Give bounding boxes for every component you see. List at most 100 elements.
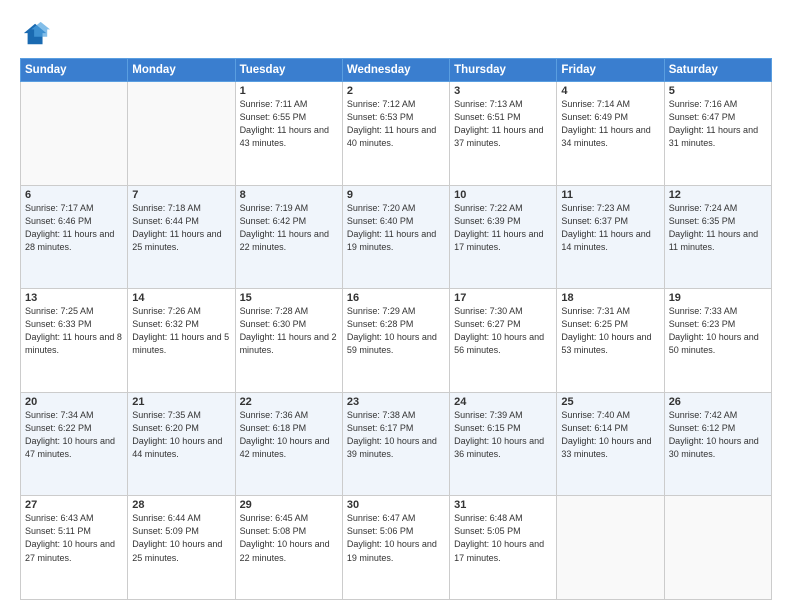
calendar-cell: 13Sunrise: 7:25 AMSunset: 6:33 PMDayligh… [21,289,128,393]
cell-info: Sunrise: 7:34 AMSunset: 6:22 PMDaylight:… [25,409,123,461]
calendar-cell [128,82,235,186]
calendar-cell: 5Sunrise: 7:16 AMSunset: 6:47 PMDaylight… [664,82,771,186]
day-number: 15 [240,292,338,304]
cell-info: Sunrise: 7:12 AMSunset: 6:53 PMDaylight:… [347,98,445,150]
day-number: 28 [132,499,230,511]
cell-info: Sunrise: 7:11 AMSunset: 6:55 PMDaylight:… [240,98,338,150]
day-number: 18 [561,292,659,304]
day-number: 19 [669,292,767,304]
day-header-sunday: Sunday [21,59,128,82]
cell-info: Sunrise: 7:13 AMSunset: 6:51 PMDaylight:… [454,98,552,150]
day-number: 1 [240,85,338,97]
cell-info: Sunrise: 7:33 AMSunset: 6:23 PMDaylight:… [669,305,767,357]
day-number: 21 [132,396,230,408]
cell-info: Sunrise: 6:44 AMSunset: 5:09 PMDaylight:… [132,512,230,564]
day-number: 30 [347,499,445,511]
day-number: 14 [132,292,230,304]
calendar-cell: 26Sunrise: 7:42 AMSunset: 6:12 PMDayligh… [664,392,771,496]
calendar-week-1: 1Sunrise: 7:11 AMSunset: 6:55 PMDaylight… [21,82,772,186]
calendar-week-3: 13Sunrise: 7:25 AMSunset: 6:33 PMDayligh… [21,289,772,393]
cell-info: Sunrise: 7:42 AMSunset: 6:12 PMDaylight:… [669,409,767,461]
cell-info: Sunrise: 7:16 AMSunset: 6:47 PMDaylight:… [669,98,767,150]
calendar-cell: 14Sunrise: 7:26 AMSunset: 6:32 PMDayligh… [128,289,235,393]
day-number: 5 [669,85,767,97]
calendar-week-2: 6Sunrise: 7:17 AMSunset: 6:46 PMDaylight… [21,185,772,289]
calendar-cell: 29Sunrise: 6:45 AMSunset: 5:08 PMDayligh… [235,496,342,600]
calendar-cell [557,496,664,600]
day-header-saturday: Saturday [664,59,771,82]
cell-info: Sunrise: 7:38 AMSunset: 6:17 PMDaylight:… [347,409,445,461]
cell-info: Sunrise: 7:22 AMSunset: 6:39 PMDaylight:… [454,202,552,254]
calendar-table: SundayMondayTuesdayWednesdayThursdayFrid… [20,58,772,600]
cell-info: Sunrise: 6:48 AMSunset: 5:05 PMDaylight:… [454,512,552,564]
cell-info: Sunrise: 7:28 AMSunset: 6:30 PMDaylight:… [240,305,338,357]
calendar-cell: 6Sunrise: 7:17 AMSunset: 6:46 PMDaylight… [21,185,128,289]
cell-info: Sunrise: 7:18 AMSunset: 6:44 PMDaylight:… [132,202,230,254]
calendar-cell: 19Sunrise: 7:33 AMSunset: 6:23 PMDayligh… [664,289,771,393]
day-number: 26 [669,396,767,408]
cell-info: Sunrise: 6:47 AMSunset: 5:06 PMDaylight:… [347,512,445,564]
calendar-cell: 30Sunrise: 6:47 AMSunset: 5:06 PMDayligh… [342,496,449,600]
day-number: 3 [454,85,552,97]
day-header-wednesday: Wednesday [342,59,449,82]
calendar-cell: 4Sunrise: 7:14 AMSunset: 6:49 PMDaylight… [557,82,664,186]
day-number: 6 [25,189,123,201]
day-number: 25 [561,396,659,408]
day-header-friday: Friday [557,59,664,82]
cell-info: Sunrise: 7:14 AMSunset: 6:49 PMDaylight:… [561,98,659,150]
calendar-cell: 16Sunrise: 7:29 AMSunset: 6:28 PMDayligh… [342,289,449,393]
calendar-cell: 31Sunrise: 6:48 AMSunset: 5:05 PMDayligh… [450,496,557,600]
calendar-cell: 25Sunrise: 7:40 AMSunset: 6:14 PMDayligh… [557,392,664,496]
calendar-cell: 12Sunrise: 7:24 AMSunset: 6:35 PMDayligh… [664,185,771,289]
day-number: 12 [669,189,767,201]
calendar-cell: 17Sunrise: 7:30 AMSunset: 6:27 PMDayligh… [450,289,557,393]
calendar-cell: 20Sunrise: 7:34 AMSunset: 6:22 PMDayligh… [21,392,128,496]
cell-info: Sunrise: 7:20 AMSunset: 6:40 PMDaylight:… [347,202,445,254]
cell-info: Sunrise: 6:43 AMSunset: 5:11 PMDaylight:… [25,512,123,564]
calendar-cell: 10Sunrise: 7:22 AMSunset: 6:39 PMDayligh… [450,185,557,289]
cell-info: Sunrise: 7:31 AMSunset: 6:25 PMDaylight:… [561,305,659,357]
calendar-cell: 24Sunrise: 7:39 AMSunset: 6:15 PMDayligh… [450,392,557,496]
calendar-cell [664,496,771,600]
day-number: 23 [347,396,445,408]
calendar-week-4: 20Sunrise: 7:34 AMSunset: 6:22 PMDayligh… [21,392,772,496]
day-number: 10 [454,189,552,201]
calendar-cell: 27Sunrise: 6:43 AMSunset: 5:11 PMDayligh… [21,496,128,600]
calendar-cell: 7Sunrise: 7:18 AMSunset: 6:44 PMDaylight… [128,185,235,289]
page: SundayMondayTuesdayWednesdayThursdayFrid… [0,0,792,612]
cell-info: Sunrise: 6:45 AMSunset: 5:08 PMDaylight:… [240,512,338,564]
header [20,16,772,48]
day-header-thursday: Thursday [450,59,557,82]
calendar-header-row: SundayMondayTuesdayWednesdayThursdayFrid… [21,59,772,82]
calendar-cell: 15Sunrise: 7:28 AMSunset: 6:30 PMDayligh… [235,289,342,393]
day-number: 22 [240,396,338,408]
logo [20,20,50,48]
cell-info: Sunrise: 7:25 AMSunset: 6:33 PMDaylight:… [25,305,123,357]
cell-info: Sunrise: 7:24 AMSunset: 6:35 PMDaylight:… [669,202,767,254]
day-number: 8 [240,189,338,201]
calendar-cell: 8Sunrise: 7:19 AMSunset: 6:42 PMDaylight… [235,185,342,289]
cell-info: Sunrise: 7:19 AMSunset: 6:42 PMDaylight:… [240,202,338,254]
cell-info: Sunrise: 7:23 AMSunset: 6:37 PMDaylight:… [561,202,659,254]
cell-info: Sunrise: 7:36 AMSunset: 6:18 PMDaylight:… [240,409,338,461]
cell-info: Sunrise: 7:29 AMSunset: 6:28 PMDaylight:… [347,305,445,357]
day-number: 16 [347,292,445,304]
day-number: 20 [25,396,123,408]
day-number: 27 [25,499,123,511]
calendar-cell: 18Sunrise: 7:31 AMSunset: 6:25 PMDayligh… [557,289,664,393]
calendar-cell: 1Sunrise: 7:11 AMSunset: 6:55 PMDaylight… [235,82,342,186]
day-number: 17 [454,292,552,304]
calendar-cell: 9Sunrise: 7:20 AMSunset: 6:40 PMDaylight… [342,185,449,289]
day-number: 29 [240,499,338,511]
cell-info: Sunrise: 7:40 AMSunset: 6:14 PMDaylight:… [561,409,659,461]
logo-icon [22,20,50,48]
cell-info: Sunrise: 7:26 AMSunset: 6:32 PMDaylight:… [132,305,230,357]
calendar-cell: 2Sunrise: 7:12 AMSunset: 6:53 PMDaylight… [342,82,449,186]
calendar-week-5: 27Sunrise: 6:43 AMSunset: 5:11 PMDayligh… [21,496,772,600]
cell-info: Sunrise: 7:39 AMSunset: 6:15 PMDaylight:… [454,409,552,461]
calendar-cell: 22Sunrise: 7:36 AMSunset: 6:18 PMDayligh… [235,392,342,496]
day-header-monday: Monday [128,59,235,82]
day-number: 4 [561,85,659,97]
calendar-cell: 23Sunrise: 7:38 AMSunset: 6:17 PMDayligh… [342,392,449,496]
cell-info: Sunrise: 7:17 AMSunset: 6:46 PMDaylight:… [25,202,123,254]
